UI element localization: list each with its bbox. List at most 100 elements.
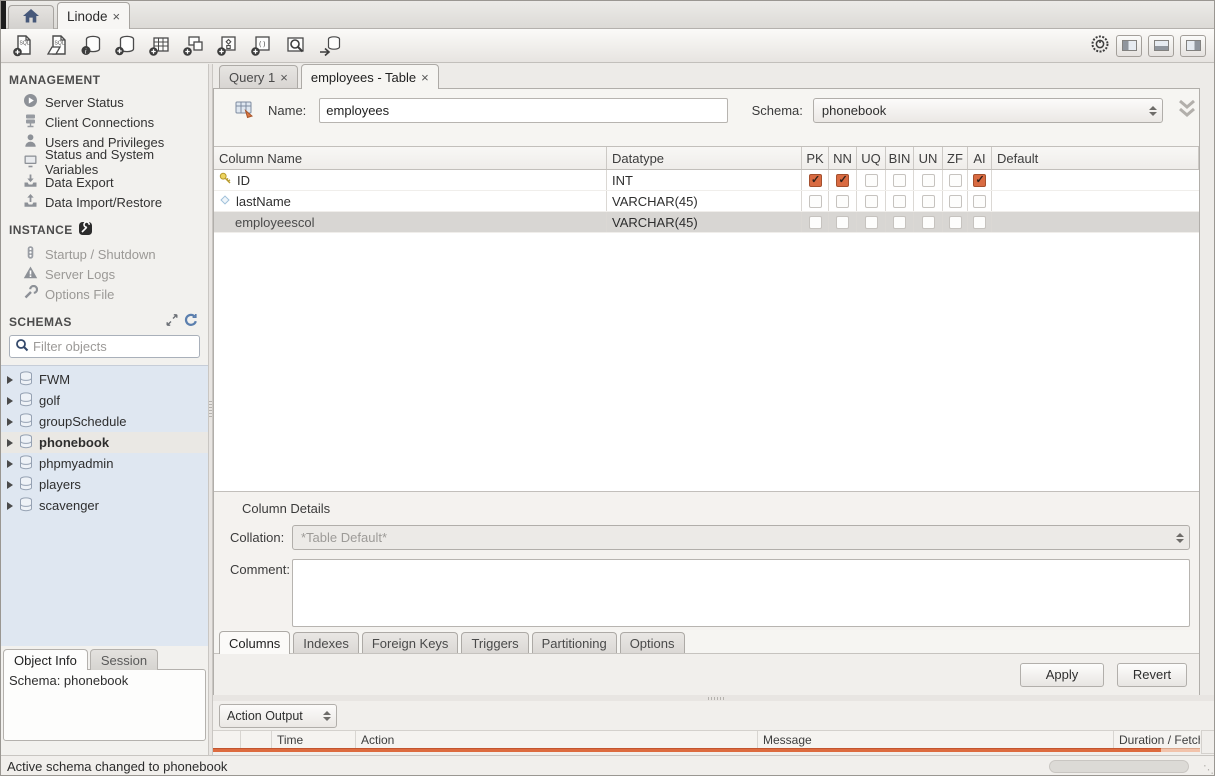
- header-nn[interactable]: NN: [829, 147, 857, 169]
- output-header-message[interactable]: Message: [758, 731, 1114, 748]
- sidebar-item-data-import[interactable]: Data Import/Restore: [1, 192, 208, 212]
- tab-indexes[interactable]: Indexes: [293, 632, 359, 653]
- ai-checkbox[interactable]: [973, 195, 986, 208]
- tab-options[interactable]: Options: [620, 632, 685, 653]
- output-header-action[interactable]: Action: [356, 731, 758, 748]
- create-schema-icon[interactable]: [111, 33, 141, 59]
- expander-icon[interactable]: [7, 481, 13, 489]
- header-bin[interactable]: BIN: [886, 147, 914, 169]
- tab-object-info[interactable]: Object Info: [3, 649, 88, 670]
- close-icon[interactable]: ×: [280, 70, 288, 85]
- create-procedure-icon[interactable]: [213, 33, 243, 59]
- uq-checkbox[interactable]: [865, 216, 878, 229]
- apply-button[interactable]: Apply: [1020, 663, 1104, 687]
- schema-tree-item-phonebook[interactable]: phonebook: [1, 432, 208, 453]
- expander-icon[interactable]: [7, 502, 13, 510]
- pk-checkbox[interactable]: [809, 195, 822, 208]
- schema-tree-item[interactable]: players: [1, 474, 208, 495]
- create-table-icon[interactable]: [145, 33, 175, 59]
- schema-inspector-icon[interactable]: i: [77, 33, 107, 59]
- header-pk[interactable]: PK: [802, 147, 829, 169]
- header-datatype[interactable]: Datatype: [607, 147, 802, 169]
- resize-grip-icon[interactable]: ⋱: [1203, 763, 1212, 776]
- new-query-tab-icon[interactable]: SQL: [9, 33, 39, 59]
- un-checkbox[interactable]: [922, 195, 935, 208]
- header-un[interactable]: UN: [914, 147, 943, 169]
- reconnect-dbms-icon[interactable]: [315, 33, 345, 59]
- horizontal-scrollbar-thumb[interactable]: [1049, 760, 1189, 773]
- column-row-id[interactable]: ID INT: [214, 170, 1199, 191]
- connection-tab-close-icon[interactable]: ×: [113, 9, 121, 24]
- pk-checkbox[interactable]: [809, 216, 822, 229]
- output-header-time[interactable]: Time: [272, 731, 356, 748]
- output-scrollbar[interactable]: [1201, 730, 1215, 754]
- header-ai[interactable]: AI: [968, 147, 992, 169]
- schema-tree-item[interactable]: golf: [1, 390, 208, 411]
- expander-icon[interactable]: [7, 439, 13, 447]
- nn-checkbox[interactable]: [836, 195, 849, 208]
- zf-checkbox[interactable]: [949, 174, 962, 187]
- nn-checkbox[interactable]: [836, 174, 849, 187]
- toggle-left-panel-button[interactable]: [1116, 35, 1142, 57]
- expander-icon[interactable]: [7, 418, 13, 426]
- tab-session[interactable]: Session: [90, 649, 158, 670]
- toggle-right-panel-button[interactable]: [1180, 35, 1206, 57]
- nn-checkbox[interactable]: [836, 216, 849, 229]
- toggle-bottom-panel-button[interactable]: [1148, 35, 1174, 57]
- header-zf[interactable]: ZF: [943, 147, 968, 169]
- column-row-employeescol[interactable]: employeescol VARCHAR(45): [214, 212, 1199, 233]
- sidebar-item-startup-shutdown[interactable]: Startup / Shutdown: [1, 244, 208, 264]
- output-header-duration[interactable]: Duration / Fetch: [1114, 731, 1200, 748]
- header-uq[interactable]: UQ: [857, 147, 886, 169]
- bin-checkbox[interactable]: [893, 195, 906, 208]
- close-icon[interactable]: ×: [421, 70, 429, 85]
- sidebar-item-options-file[interactable]: Options File: [1, 284, 208, 304]
- tab-foreign-keys[interactable]: Foreign Keys: [362, 632, 459, 653]
- expander-icon[interactable]: [7, 397, 13, 405]
- sidebar-item-server-logs[interactable]: Server Logs: [1, 264, 208, 284]
- refresh-schemas-icon[interactable]: [184, 313, 198, 330]
- header-column-name[interactable]: Column Name: [214, 147, 607, 169]
- un-checkbox[interactable]: [922, 216, 935, 229]
- expand-schemas-icon[interactable]: [165, 313, 179, 330]
- ai-checkbox[interactable]: [973, 216, 986, 229]
- search-table-data-icon[interactable]: [281, 33, 311, 59]
- pk-checkbox[interactable]: [809, 174, 822, 187]
- expander-icon[interactable]: [7, 460, 13, 468]
- sidebar-item-server-status[interactable]: Server Status: [1, 92, 208, 112]
- zf-checkbox[interactable]: [949, 195, 962, 208]
- schema-tree-item[interactable]: scavenger: [1, 495, 208, 516]
- open-sql-script-icon[interactable]: SQL: [43, 33, 73, 59]
- tab-query-1[interactable]: Query 1 ×: [219, 65, 298, 88]
- table-name-input[interactable]: [319, 98, 727, 123]
- connection-tab[interactable]: Linode ×: [57, 2, 130, 29]
- sidebar-item-client-connections[interactable]: Client Connections: [1, 112, 208, 132]
- bin-checkbox[interactable]: [893, 174, 906, 187]
- tab-partitioning[interactable]: Partitioning: [532, 632, 617, 653]
- revert-button[interactable]: Revert: [1117, 663, 1187, 687]
- sidebar-item-system-variables[interactable]: Status and System Variables: [1, 152, 208, 172]
- schema-tree-item[interactable]: phpmyadmin: [1, 453, 208, 474]
- uq-checkbox[interactable]: [865, 174, 878, 187]
- expander-icon[interactable]: [7, 376, 13, 384]
- comment-textarea[interactable]: [292, 559, 1190, 627]
- zf-checkbox[interactable]: [949, 216, 962, 229]
- schema-filter-input[interactable]: [33, 339, 209, 354]
- tab-triggers[interactable]: Triggers: [461, 632, 528, 653]
- un-checkbox[interactable]: [922, 174, 935, 187]
- output-type-select[interactable]: Action Output: [219, 704, 337, 728]
- bin-checkbox[interactable]: [893, 216, 906, 229]
- schema-select[interactable]: phonebook: [813, 98, 1163, 123]
- expand-header-chevron-icon[interactable]: [1175, 98, 1199, 123]
- schema-tree-item[interactable]: groupSchedule: [1, 411, 208, 432]
- ai-checkbox[interactable]: [973, 174, 986, 187]
- column-row-lastname[interactable]: lastName VARCHAR(45): [214, 191, 1199, 212]
- tab-columns[interactable]: Columns: [219, 631, 290, 654]
- header-default[interactable]: Default: [992, 147, 1199, 169]
- uq-checkbox[interactable]: [865, 195, 878, 208]
- create-function-icon[interactable]: (): [247, 33, 277, 59]
- schema-tree-item[interactable]: FWM: [1, 369, 208, 390]
- collation-select[interactable]: *Table Default*: [292, 525, 1190, 550]
- create-view-icon[interactable]: [179, 33, 209, 59]
- tab-employees-table[interactable]: employees - Table ×: [301, 64, 439, 89]
